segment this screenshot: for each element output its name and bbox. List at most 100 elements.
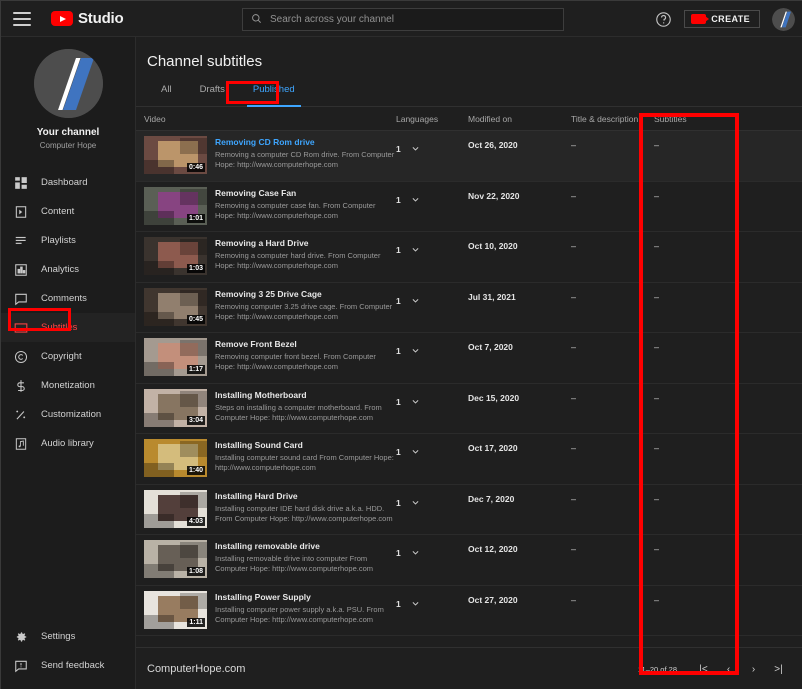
languages-cell[interactable]: 1 xyxy=(396,333,468,360)
languages-cell[interactable]: 1 xyxy=(396,535,468,562)
video-title[interactable]: Installing Motherboard xyxy=(215,390,396,401)
video-title[interactable]: Removing Case Fan xyxy=(215,188,396,199)
video-thumbnail[interactable]: 0:45 xyxy=(144,287,207,326)
tab-all[interactable]: All xyxy=(147,84,186,106)
languages-cell[interactable]: 1 xyxy=(396,232,468,259)
sidebar-item-content[interactable]: Content xyxy=(1,197,135,226)
video-title[interactable]: Remove Front Bezel xyxy=(215,339,396,350)
languages-count: 1 xyxy=(396,245,401,255)
tab-drafts[interactable]: Drafts xyxy=(186,84,239,106)
chevron-down-icon[interactable] xyxy=(411,443,420,461)
video-thumbnail[interactable]: 3:04 xyxy=(144,388,207,427)
chevron-down-icon[interactable] xyxy=(411,241,420,259)
pagination-last-button[interactable]: >| xyxy=(766,657,791,682)
video-cell: 1:17 Remove Front Bezel Removing computer … xyxy=(136,333,396,376)
sidebar-item-customization[interactable]: Customization xyxy=(1,400,135,429)
languages-cell[interactable]: 1 xyxy=(396,182,468,209)
modified-on-cell: Dec 7, 2020 xyxy=(468,493,515,504)
video-description: Removing computer 3.25 drive cage. From … xyxy=(215,301,393,321)
video-thumbnail[interactable]: 1:08 xyxy=(144,540,207,578)
chevron-down-icon[interactable] xyxy=(411,544,420,562)
chevron-down-icon[interactable] xyxy=(411,393,420,411)
modified-on-cell: Oct 17, 2020 xyxy=(468,443,518,453)
studio-logo[interactable]: Studio xyxy=(51,10,124,27)
languages-cell[interactable]: 1 xyxy=(396,485,468,512)
pagination-next-button[interactable]: › xyxy=(741,657,766,682)
modified-on-cell: Oct 27, 2020 xyxy=(468,594,518,605)
video-title[interactable]: Installing Power Supply xyxy=(215,592,396,603)
sidebar-item-comments[interactable]: Comments xyxy=(1,284,135,313)
sidebar-item-send-feedback[interactable]: Send feedback xyxy=(1,651,136,680)
languages-cell[interactable]: 1 xyxy=(396,131,468,158)
help-circle-icon[interactable] xyxy=(655,11,672,28)
table-row[interactable]: 3:04 Installing Motherboard Steps on insta… xyxy=(136,384,802,434)
table-row[interactable]: 1:17 Remove Front Bezel Removing computer … xyxy=(136,333,802,384)
create-button[interactable]: CREATE xyxy=(684,10,760,28)
video-title[interactable]: Installing removable drive xyxy=(215,541,396,552)
video-duration: 1:08 xyxy=(186,567,205,576)
video-description: Installing computer IDE hard disk drive … xyxy=(215,503,393,523)
video-title[interactable]: Removing 3 25 Drive Cage xyxy=(215,289,396,300)
sidebar-item-audio-library[interactable]: Audio library xyxy=(1,429,135,458)
video-thumbnail[interactable]: 1:01 xyxy=(144,186,207,225)
table-row[interactable]: 1:40 Installing Sound Card Installing comp… xyxy=(136,434,802,485)
subtitles-cell: – xyxy=(654,140,660,150)
table-row[interactable]: 1:08 Installing removable drive Installing… xyxy=(136,535,802,586)
video-title[interactable]: Removing CD Rom drive xyxy=(215,137,396,148)
table-header: Video Languages Modified on Title & desc… xyxy=(136,107,802,131)
video-thumbnail[interactable]: 1:17 xyxy=(144,338,207,376)
video-thumbnail[interactable]: 0:46 xyxy=(144,136,207,174)
video-thumbnail[interactable]: 1:40 xyxy=(144,439,207,477)
video-cell: 1:40 Installing Sound Card Installing comp… xyxy=(136,434,396,477)
search-bar[interactable] xyxy=(242,8,564,31)
video-title[interactable]: Installing Hard Drive xyxy=(215,491,396,502)
page-title: Channel subtitles xyxy=(147,53,263,70)
video-duration: 1:01 xyxy=(186,213,205,223)
languages-count: 1 xyxy=(396,144,401,154)
video-cell: 3:04 Installing Motherboard Steps on insta… xyxy=(136,384,396,427)
sidebar-item-dashboard[interactable]: Dashboard xyxy=(1,168,135,197)
tab-published[interactable]: Published xyxy=(239,84,309,107)
sidebar-item-label: Customization xyxy=(41,409,102,420)
sidebar-item-copyright[interactable]: Copyright xyxy=(1,342,135,371)
sidebar-item-monetization[interactable]: Monetization xyxy=(1,371,135,400)
chevron-down-icon[interactable] xyxy=(411,191,420,209)
video-title[interactable]: Removing a Hard Drive xyxy=(215,238,396,249)
chevron-down-icon[interactable] xyxy=(411,494,420,512)
sidebar-item-label: Audio library xyxy=(41,438,94,449)
video-thumbnail[interactable]: 4:03 xyxy=(144,489,207,528)
title-description-cell: – xyxy=(571,443,577,453)
title-description-cell: – xyxy=(571,493,577,504)
avatar[interactable] xyxy=(772,7,795,31)
table-row[interactable]: 1:03 Removing a Hard Drive Removing a comp… xyxy=(136,232,802,283)
hamburger-icon[interactable] xyxy=(13,11,31,26)
sidebar-item-playlists[interactable]: Playlists xyxy=(1,226,135,255)
channel-avatar[interactable] xyxy=(33,49,103,118)
sidebar-nav: Dashboard Content Playlists Analytics Co… xyxy=(1,168,135,458)
table-row[interactable]: 0:45 Removing 3 25 Drive Cage Removing com… xyxy=(136,283,802,333)
search-input[interactable] xyxy=(270,14,555,25)
languages-cell[interactable]: 1 xyxy=(396,586,468,613)
table-row[interactable]: 1:01 Removing Case Fan Removing a computer… xyxy=(136,182,802,232)
languages-cell[interactable]: 1 xyxy=(396,434,468,461)
sidebar-item-settings[interactable]: Settings xyxy=(1,622,136,651)
chevron-down-icon[interactable] xyxy=(411,140,420,158)
table-row[interactable]: 1:11 Installing Power Supply Installing co… xyxy=(136,586,802,636)
chevron-down-icon[interactable] xyxy=(411,595,420,613)
pagination-prev-button[interactable]: ‹ xyxy=(716,657,741,682)
video-duration: 1:17 xyxy=(186,365,205,374)
sidebar-bottom-nav: Settings Send feedback xyxy=(1,622,136,680)
languages-cell[interactable]: 1 xyxy=(396,384,468,411)
video-thumbnail[interactable]: 1:11 xyxy=(144,590,207,629)
table-row[interactable]: 0:46 Removing CD Rom drive Removing a comp… xyxy=(136,131,802,182)
table-row[interactable]: 4:03 Installing Hard Drive Installing comp… xyxy=(136,485,802,535)
chevron-down-icon[interactable] xyxy=(411,342,420,360)
sidebar-item-analytics[interactable]: Analytics xyxy=(1,255,135,284)
video-title[interactable]: Installing Sound Card xyxy=(215,440,396,451)
video-thumbnail[interactable]: 1:03 xyxy=(144,237,207,275)
video-cell: 1:03 Removing a Hard Drive Removing a comp… xyxy=(136,232,396,275)
pagination-first-button[interactable]: |< xyxy=(691,657,716,682)
languages-cell[interactable]: 1 xyxy=(396,283,468,310)
sidebar-item-subtitles[interactable]: Subtitles xyxy=(1,313,135,342)
chevron-down-icon[interactable] xyxy=(411,292,420,310)
